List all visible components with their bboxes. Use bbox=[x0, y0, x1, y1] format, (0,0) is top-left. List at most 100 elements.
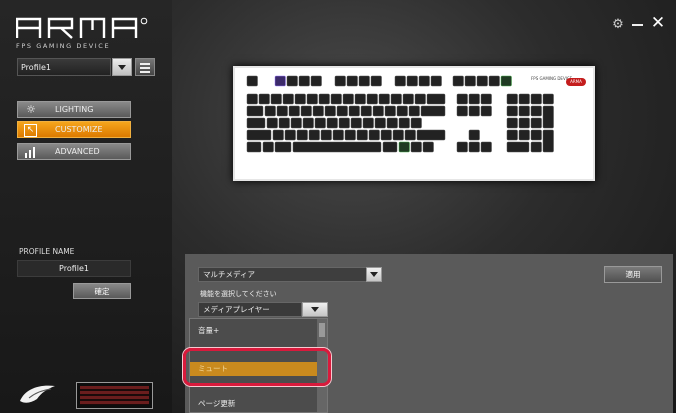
keyboard-key[interactable] bbox=[530, 93, 542, 105]
profile-name-input[interactable]: Profile1 bbox=[17, 260, 131, 277]
keyboard-key[interactable] bbox=[246, 105, 264, 117]
keyboard-key[interactable] bbox=[258, 93, 270, 105]
keyboard-key[interactable] bbox=[298, 75, 310, 87]
keyboard-key[interactable] bbox=[480, 141, 492, 153]
keyboard-key[interactable] bbox=[246, 129, 272, 141]
keyboard-key[interactable] bbox=[518, 105, 530, 117]
keyboard-key[interactable] bbox=[246, 141, 262, 153]
keyboard-key[interactable] bbox=[518, 117, 530, 129]
keyboard-key[interactable] bbox=[374, 117, 386, 129]
keyboard-key[interactable] bbox=[278, 117, 290, 129]
keyboard-key[interactable] bbox=[290, 117, 302, 129]
keyboard-key[interactable] bbox=[430, 75, 442, 87]
keyboard-key[interactable] bbox=[488, 75, 500, 87]
profile-dropdown-button[interactable] bbox=[112, 58, 132, 76]
keyboard-key[interactable] bbox=[394, 75, 406, 87]
scrollbar-thumb[interactable] bbox=[319, 323, 325, 337]
keyboard-key[interactable] bbox=[312, 105, 324, 117]
keyboard-key[interactable] bbox=[500, 75, 512, 87]
keyboard-key[interactable] bbox=[506, 129, 518, 141]
keyboard-key[interactable] bbox=[410, 141, 422, 153]
keyboard-key[interactable] bbox=[506, 93, 518, 105]
keyboard-key[interactable] bbox=[274, 141, 292, 153]
keyboard-key[interactable] bbox=[420, 105, 446, 117]
keyboard-key[interactable] bbox=[418, 75, 430, 87]
keyboard-key[interactable] bbox=[356, 129, 368, 141]
profile-select[interactable]: Profile1 bbox=[17, 58, 111, 76]
keyboard-key[interactable] bbox=[398, 117, 410, 129]
category-select[interactable]: マルチメディア bbox=[198, 267, 368, 282]
keyboard-key[interactable] bbox=[324, 105, 336, 117]
keyboard-key[interactable] bbox=[426, 93, 446, 105]
keyboard-key[interactable] bbox=[380, 129, 392, 141]
keyboard-key[interactable] bbox=[386, 117, 398, 129]
function-select[interactable]: メディアプレイヤー bbox=[198, 302, 302, 317]
function-dropdown-button[interactable] bbox=[302, 302, 328, 317]
keyboard-key[interactable] bbox=[336, 105, 348, 117]
keyboard-key[interactable] bbox=[396, 105, 408, 117]
keyboard-key[interactable] bbox=[422, 141, 434, 153]
keyboard-key[interactable] bbox=[390, 93, 402, 105]
keyboard-key[interactable] bbox=[246, 75, 258, 87]
keyboard-key[interactable] bbox=[456, 93, 468, 105]
profile-menu-button[interactable] bbox=[135, 58, 155, 76]
keyboard-key[interactable] bbox=[326, 117, 338, 129]
keyboard-key[interactable] bbox=[404, 129, 416, 141]
keyboard-key[interactable] bbox=[344, 129, 356, 141]
keyboard-key[interactable] bbox=[506, 105, 518, 117]
nav-item-advanced[interactable]: ADVANCED bbox=[17, 143, 131, 160]
list-item[interactable]: ページ更新 bbox=[190, 397, 318, 411]
keyboard-key[interactable] bbox=[270, 93, 282, 105]
keyboard-key[interactable] bbox=[272, 129, 284, 141]
keyboard-key[interactable] bbox=[306, 93, 318, 105]
keyboard-key[interactable] bbox=[382, 141, 398, 153]
keyboard-key[interactable] bbox=[408, 105, 420, 117]
keyboard-key[interactable] bbox=[314, 117, 326, 129]
keyboard-key[interactable] bbox=[384, 105, 396, 117]
keyboard-key[interactable] bbox=[276, 105, 288, 117]
keyboard-key[interactable] bbox=[468, 129, 480, 141]
confirm-button[interactable]: 確定 bbox=[73, 283, 131, 299]
keyboard-key[interactable] bbox=[452, 75, 464, 87]
keyboard-key[interactable] bbox=[542, 93, 554, 105]
keyboard-key[interactable] bbox=[402, 93, 414, 105]
keyboard-key[interactable] bbox=[392, 129, 404, 141]
mouse-device-icon[interactable] bbox=[17, 381, 63, 407]
keyboard-key[interactable] bbox=[414, 93, 426, 105]
keyboard-key[interactable] bbox=[308, 129, 320, 141]
keyboard-key[interactable] bbox=[354, 93, 366, 105]
keyboard-key[interactable] bbox=[262, 141, 274, 153]
keyboard-key[interactable] bbox=[282, 93, 294, 105]
keyboard-key[interactable] bbox=[468, 141, 480, 153]
keyboard-key[interactable] bbox=[416, 129, 446, 141]
keyboard-key[interactable] bbox=[480, 105, 492, 117]
keyboard-key[interactable] bbox=[530, 141, 542, 153]
keyboard-key[interactable] bbox=[530, 129, 542, 141]
keyboard-key[interactable] bbox=[266, 117, 278, 129]
category-dropdown-button[interactable] bbox=[366, 267, 382, 282]
keyboard-key[interactable] bbox=[346, 75, 358, 87]
keyboard-key[interactable] bbox=[506, 141, 530, 153]
list-item[interactable]: 音量+ bbox=[190, 324, 318, 338]
keyboard-key[interactable] bbox=[468, 93, 480, 105]
minimize-icon[interactable] bbox=[632, 24, 643, 26]
keyboard-key[interactable] bbox=[300, 105, 312, 117]
keyboard-key[interactable] bbox=[518, 93, 530, 105]
keyboard-key[interactable] bbox=[350, 117, 362, 129]
keyboard-key[interactable] bbox=[372, 105, 384, 117]
keyboard-key[interactable] bbox=[530, 117, 542, 129]
keyboard-key[interactable] bbox=[286, 75, 298, 87]
keyboard-key[interactable] bbox=[302, 117, 314, 129]
keyboard-device-icon[interactable] bbox=[76, 382, 153, 409]
keyboard-key[interactable] bbox=[288, 105, 300, 117]
keyboard-key[interactable] bbox=[398, 141, 410, 153]
keyboard-key[interactable] bbox=[518, 129, 530, 141]
keyboard-key[interactable] bbox=[456, 141, 468, 153]
nav-item-customize[interactable]: ↖ CUSTOMIZE bbox=[17, 121, 131, 138]
keyboard-key[interactable] bbox=[370, 75, 382, 87]
keyboard-key[interactable] bbox=[348, 105, 360, 117]
keyboard-key[interactable] bbox=[368, 129, 380, 141]
keyboard-key[interactable] bbox=[456, 105, 468, 117]
keyboard-key[interactable] bbox=[506, 117, 518, 129]
keyboard-key[interactable] bbox=[530, 105, 542, 117]
